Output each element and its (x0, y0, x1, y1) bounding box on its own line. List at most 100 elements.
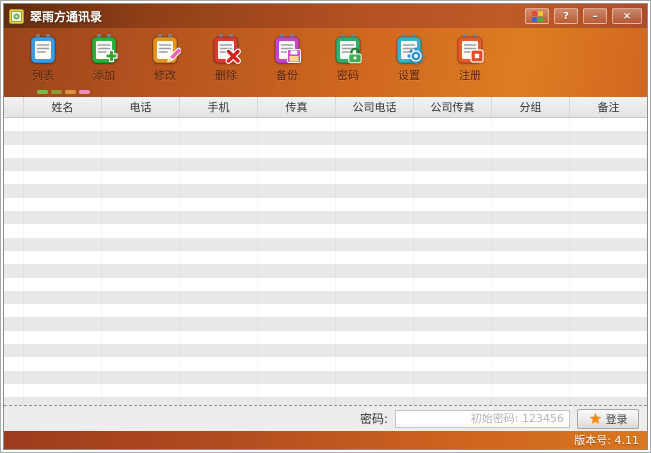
table-row[interactable] (4, 145, 647, 158)
table-row[interactable] (4, 331, 647, 344)
table-cell (180, 278, 258, 291)
password-input[interactable] (395, 410, 570, 428)
table-row[interactable] (4, 264, 647, 277)
password-label: 密码: (360, 410, 388, 427)
column-header[interactable]: 传真 (258, 97, 336, 117)
table-cell (570, 291, 647, 304)
table-row[interactable] (4, 158, 647, 171)
login-panel: 密码: 登录 (4, 405, 647, 431)
table-row[interactable] (4, 344, 647, 357)
table-row[interactable] (4, 198, 647, 211)
column-header[interactable]: 公司电话 (336, 97, 414, 117)
table-cell (24, 145, 102, 158)
table-cell (570, 198, 647, 211)
table-row[interactable] (4, 211, 647, 224)
column-header[interactable]: 姓名 (24, 97, 102, 117)
table-cell (414, 357, 492, 370)
column-header[interactable]: 手机 (180, 97, 258, 117)
table-row[interactable] (4, 291, 647, 304)
window-title: 翠雨方通讯录 (30, 8, 102, 25)
toolbar-button-4[interactable]: 删除 (201, 33, 251, 82)
column-header[interactable]: 电话 (102, 97, 180, 117)
column-header[interactable]: 分组 (492, 97, 570, 117)
window-controls: ? – × (525, 8, 642, 24)
toolbar-button-label: 备份 (276, 70, 298, 82)
table-cell (336, 171, 414, 184)
table-cell (492, 184, 570, 197)
help-button[interactable]: ? (554, 8, 578, 24)
table-cell (102, 278, 180, 291)
table-cell (102, 264, 180, 277)
table-cell (102, 158, 180, 171)
delete-icon (210, 33, 242, 69)
table-cell (180, 158, 258, 171)
login-button[interactable]: 登录 (577, 409, 639, 429)
table-row[interactable] (4, 384, 647, 397)
table-row[interactable] (4, 371, 647, 384)
table-row[interactable] (4, 171, 647, 184)
table-cell (492, 198, 570, 211)
table-cell (336, 118, 414, 131)
table-cell (24, 238, 102, 251)
toolbar-button-2[interactable]: 添加 (79, 33, 129, 82)
table-cell (102, 384, 180, 397)
table-row[interactable] (4, 131, 647, 144)
toolbar-button-5[interactable]: 备份 (262, 33, 312, 82)
table-cell (24, 171, 102, 184)
toolbar-button-1[interactable]: 列表 (18, 33, 68, 82)
row-gutter (4, 211, 24, 224)
table-cell (24, 251, 102, 264)
table-row[interactable] (4, 317, 647, 330)
table-cell (336, 184, 414, 197)
table-cell (258, 211, 336, 224)
toolbar-button-7[interactable]: 设置 (384, 33, 434, 82)
table-cell (258, 198, 336, 211)
minimize-button[interactable]: – (583, 8, 607, 24)
table-cell (24, 384, 102, 397)
table-cell (492, 131, 570, 144)
table-row[interactable] (4, 357, 647, 370)
toolbar-button-6[interactable]: 密码 (323, 33, 373, 82)
table-cell (336, 211, 414, 224)
table-row[interactable] (4, 238, 647, 251)
row-gutter (4, 397, 24, 405)
table-cell (102, 224, 180, 237)
table-cell (492, 304, 570, 317)
row-gutter (4, 251, 24, 264)
table-cell (570, 251, 647, 264)
table-cell (102, 371, 180, 384)
row-gutter (4, 264, 24, 277)
table-row[interactable] (4, 184, 647, 197)
skin-button[interactable] (525, 8, 549, 24)
toolbar-button-8[interactable]: 注册 (445, 33, 495, 82)
table-cell (258, 344, 336, 357)
column-header[interactable]: 公司传真 (414, 97, 492, 117)
table-cell (570, 158, 647, 171)
table-cell (258, 118, 336, 131)
register-icon (454, 33, 486, 69)
table-cell (336, 344, 414, 357)
table-row[interactable] (4, 118, 647, 131)
table-row[interactable] (4, 251, 647, 264)
table-cell (258, 384, 336, 397)
row-gutter (4, 131, 24, 144)
backup-icon (271, 33, 303, 69)
table-cell (570, 331, 647, 344)
table-cell (24, 264, 102, 277)
table-cell (180, 171, 258, 184)
table-row[interactable] (4, 397, 647, 405)
row-gutter (4, 145, 24, 158)
table-row[interactable] (4, 224, 647, 237)
toolbar-button-3[interactable]: 修改 (140, 33, 190, 82)
table-cell (492, 238, 570, 251)
star-icon (589, 412, 602, 425)
table-cell (180, 184, 258, 197)
table-cell (180, 145, 258, 158)
table-cell (492, 171, 570, 184)
table-body[interactable] (4, 118, 647, 405)
close-button[interactable]: × (612, 8, 642, 24)
table-row[interactable] (4, 304, 647, 317)
table-row[interactable] (4, 278, 647, 291)
column-header[interactable]: 备注 (570, 97, 647, 117)
version-label: 版本号: 4.11 (574, 432, 639, 448)
